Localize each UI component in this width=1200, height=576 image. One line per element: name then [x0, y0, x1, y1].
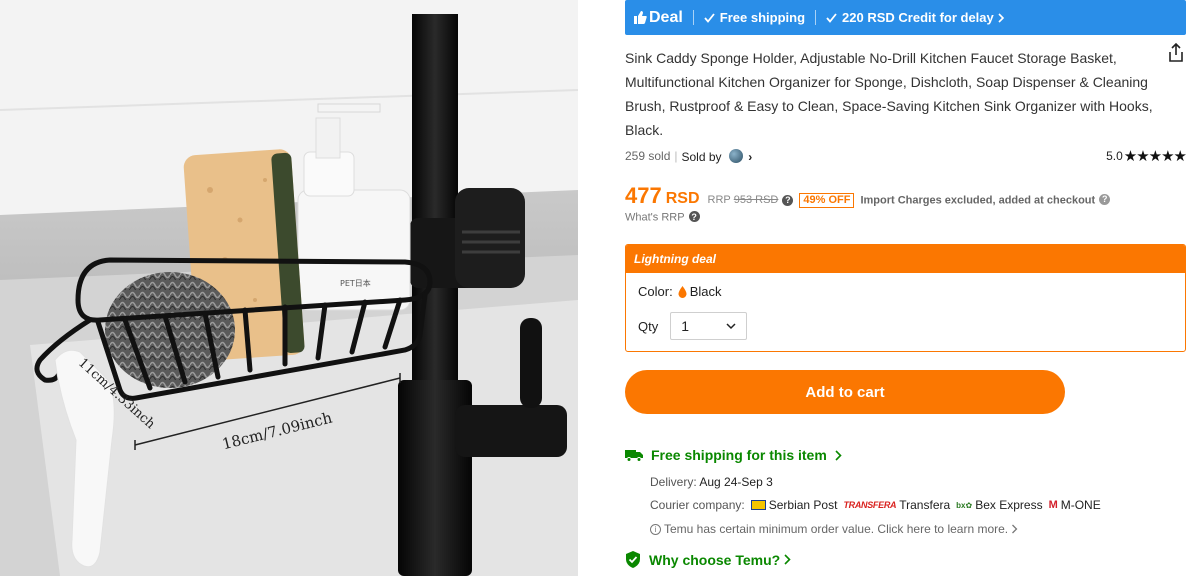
price-row: 477 RSD RRP 953 RSD ? 49% OFF Import Cha… [625, 183, 1186, 211]
chevron-right-icon [835, 449, 842, 461]
share-icon[interactable] [1165, 42, 1187, 64]
courier-label: Courier company: [650, 498, 745, 512]
delivery-label: Delivery: [650, 475, 697, 489]
qty-value: 1 [681, 318, 690, 334]
chevron-right-icon [784, 554, 791, 565]
rating-value: 5.0 [1106, 149, 1123, 163]
color-swatch-icon [678, 285, 687, 298]
sold-by-link[interactable]: Sold by › [681, 148, 753, 164]
rrp-info-icon[interactable]: ? [782, 194, 794, 206]
sold-count: 259 sold [625, 149, 671, 163]
chevron-down-icon [726, 322, 736, 329]
credit-for-delay-link[interactable]: 220 RSD Credit for delay [826, 10, 1010, 25]
chevron-right-icon [998, 12, 1004, 23]
minimum-order-link[interactable]: i Temu has certain minimum order value. … [650, 522, 1018, 536]
banner-divider [815, 10, 817, 25]
star-rating-icon: ★★★★★ [1123, 148, 1187, 165]
bex-express-logo: bx✿ [956, 500, 973, 510]
current-price: 477 [625, 183, 662, 208]
product-title: Sink Caddy Sponge Holder, Adjustable No-… [625, 50, 1153, 138]
rrp-label: RRP [707, 194, 731, 206]
chevron-right-icon [1012, 524, 1018, 534]
check-icon [826, 12, 837, 23]
seller-avatar [728, 148, 743, 163]
product-image[interactable]: PET日本 18cm/7.09inch 11cm/4.33inch [0, 0, 578, 576]
delivery-value: Aug 24-Sep 3 [699, 475, 773, 489]
discount-badge: 49% OFF [799, 193, 855, 208]
delivery-estimate: Delivery: Aug 24-Sep 3 [650, 475, 773, 489]
import-charges-note: Import Charges excluded, added at checko… [860, 193, 1111, 206]
price-currency: RSD [665, 190, 700, 207]
import-info-icon[interactable]: ? [1099, 193, 1111, 205]
courier-list: Courier company: Serbian Post TRANSFERA … [650, 498, 1105, 512]
why-choose-temu-label: Why choose Temu? [649, 551, 781, 568]
truck-icon [625, 450, 643, 462]
import-charges-text: Import Charges excluded, added at checko… [860, 194, 1096, 206]
shield-check-icon [626, 551, 640, 568]
lightning-deal-box: Lightning deal Color: Black Qty 1 [625, 244, 1186, 352]
free-shipping-title: Free shipping for this item [651, 447, 827, 463]
why-choose-temu-link[interactable]: Why choose Temu? [625, 551, 799, 568]
serbian-post-logo [750, 500, 766, 510]
rrp-value: 953 RSD [733, 194, 779, 206]
color-label: Color: [638, 284, 673, 299]
bottle-label: PET日本 [340, 278, 371, 288]
free-shipping-link[interactable]: Free shipping for this item [625, 447, 850, 463]
lightning-deal-header: Lightning deal [626, 245, 1185, 273]
courier-name: Transfera [899, 498, 951, 512]
deal-banner[interactable]: Deal Free shipping 220 RSD Credit for de… [625, 0, 1186, 35]
chevron-right-icon: › [748, 149, 753, 164]
courier-name: Bex Express [975, 498, 1043, 512]
quantity-select[interactable]: 1 [670, 312, 748, 340]
rating-summary[interactable]: 5.0 ★★★★★ [1106, 147, 1187, 165]
credit-label: 220 RSD Credit for delay [842, 10, 994, 25]
sales-and-seller-row: 259 sold | Sold by › 5.0 ★★★★★ [625, 147, 1187, 165]
courier-name: Serbian Post [768, 498, 838, 512]
transfera-logo: TRANSFERA [843, 500, 897, 510]
banner-divider [692, 10, 694, 25]
sold-by-label: Sold by [681, 149, 722, 164]
deal-label: Deal [649, 8, 683, 26]
info-icon: i [650, 523, 661, 535]
deal-tag: Deal [625, 9, 683, 27]
whats-rrp-link[interactable]: What's RRP? [625, 211, 700, 224]
courier-name: M-ONE [1060, 498, 1101, 512]
add-to-cart-button[interactable]: Add to cart [625, 370, 1065, 414]
free-shipping-label: Free shipping [719, 10, 806, 25]
question-circle-icon: ? [688, 211, 700, 222]
thumbs-up-icon [634, 11, 647, 24]
whats-rrp-label: What's RRP [625, 211, 685, 224]
quantity-row: Qty 1 [638, 312, 748, 340]
free-shipping-badge: Free shipping [704, 10, 805, 25]
color-selector[interactable]: Color: Black [638, 284, 721, 299]
minimum-order-text: Temu has certain minimum order value. Cl… [664, 522, 1009, 536]
m-one-logo: M [1048, 499, 1058, 511]
product-photo: PET日本 18cm/7.09inch 11cm/4.33inch [0, 0, 578, 576]
meta-divider: | [674, 149, 678, 163]
check-icon [704, 12, 715, 23]
color-value: Black [689, 284, 722, 299]
qty-label: Qty [638, 318, 659, 334]
